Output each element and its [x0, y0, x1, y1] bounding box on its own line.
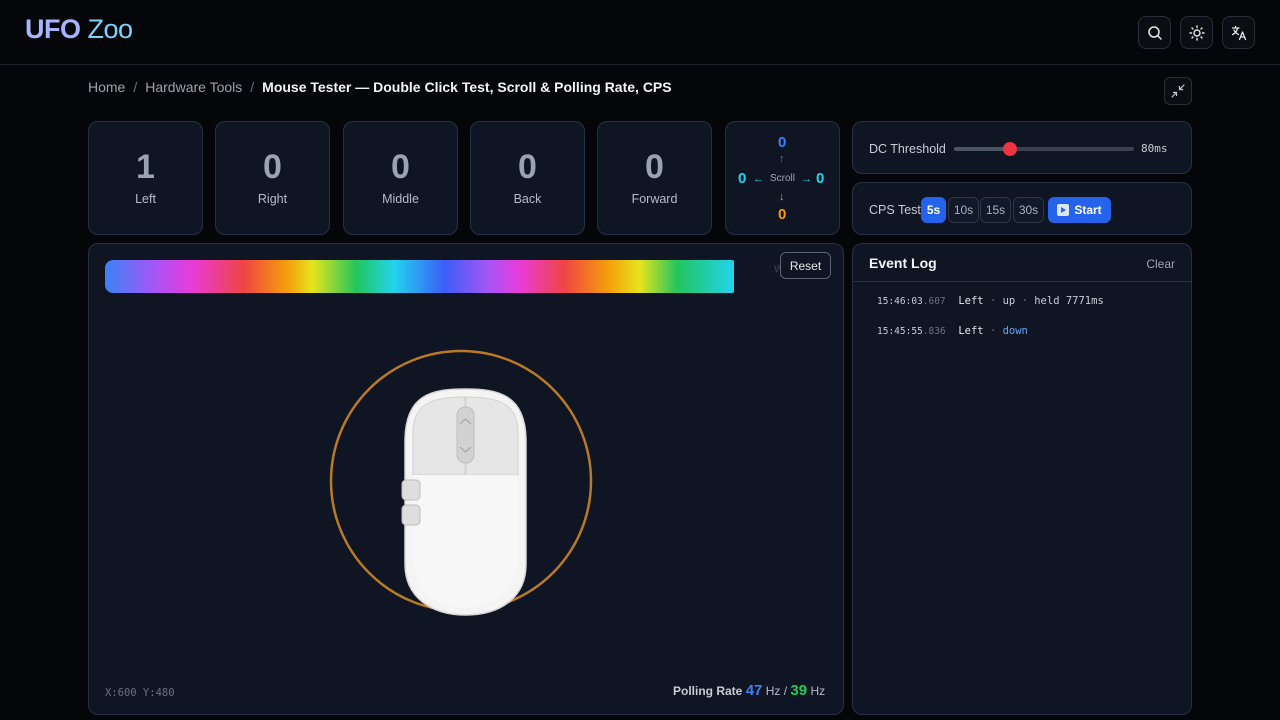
scroll-counter: 0 ↑ 0 ← Scroll → 0 ↓ 0	[725, 121, 840, 235]
counter-value: 0	[645, 148, 664, 186]
event-log-title: Event Log	[869, 255, 937, 271]
scroll-right-count: 0	[816, 170, 825, 187]
scroll-up-count: 0	[778, 134, 787, 151]
scroll-label: Scroll	[770, 173, 796, 184]
log-detail: held 7771ms	[1034, 295, 1104, 307]
counter-forward: 0 Forward	[597, 121, 712, 235]
breadcrumb-separator: /	[133, 79, 138, 95]
counter-label: Left	[135, 192, 156, 206]
log-separator: ·	[1021, 295, 1028, 307]
sun-icon	[1188, 24, 1205, 41]
page-title: Mouse Tester — Double Click Test, Scroll…	[262, 79, 672, 95]
dc-threshold-value: 80ms	[1141, 142, 1168, 155]
arrow-up-icon: ↑	[779, 153, 785, 165]
theme-toggle-button[interactable]	[1180, 16, 1213, 49]
cps-test-panel: CPS Test 5s 10s 15s 30s Start	[852, 182, 1192, 235]
mouse-illustration	[329, 349, 593, 616]
mouse-forward-button[interactable]	[401, 479, 421, 501]
log-action: down	[1002, 325, 1028, 337]
clear-log-button[interactable]: Clear	[1146, 257, 1175, 271]
logo[interactable]: UFO Zoo	[25, 14, 133, 45]
polling-rate-label: Polling Rate	[673, 684, 743, 698]
language-button[interactable]	[1222, 16, 1255, 49]
counter-value: 0	[391, 148, 410, 186]
log-entry: 15:46:03.607 Left · up · held 7771ms	[877, 295, 1104, 307]
counter-label: Middle	[382, 192, 419, 206]
counter-value: 0	[263, 148, 282, 186]
counter-label: Back	[513, 192, 542, 206]
polling-rate-value: 47	[745, 682, 763, 699]
polling-separator: /	[783, 684, 788, 698]
breadcrumb-home[interactable]: Home	[88, 79, 125, 95]
exit-fullscreen-button[interactable]	[1164, 77, 1192, 105]
cps-test-label: CPS Test	[869, 203, 921, 217]
counter-label: Forward	[631, 192, 678, 206]
hz-unit: Hz	[810, 684, 826, 698]
log-ms: .836	[922, 326, 946, 337]
polling-rate: Polling Rate 47 Hz / 39 Hz	[673, 682, 825, 699]
log-button: Left	[958, 325, 984, 337]
scroll-left-count: 0	[738, 170, 747, 187]
collapse-icon	[1171, 84, 1185, 98]
dc-threshold-label: DC Threshold	[869, 142, 946, 156]
breadcrumb: Home / Hardware Tools / Mouse Tester — Doubl…	[88, 79, 672, 95]
arrow-right-icon: →	[801, 173, 812, 185]
cursor-coordinates: X:600 Y:480	[105, 687, 175, 699]
dc-threshold-panel: DC Threshold 80ms	[852, 121, 1192, 174]
slider-thumb[interactable]	[1002, 142, 1017, 156]
log-button: Left	[958, 295, 984, 307]
slider-fill	[954, 147, 1010, 151]
logo-ufo: UFO	[25, 14, 81, 44]
log-separator: ·	[989, 295, 997, 307]
mouse-back-button[interactable]	[401, 504, 421, 526]
duration-5s-button[interactable]: 5s	[921, 197, 946, 223]
start-button[interactable]: Start	[1048, 197, 1111, 223]
counter-back: 0 Back	[470, 121, 585, 235]
start-label: Start	[1074, 203, 1102, 217]
duration-15s-button[interactable]: 15s	[980, 197, 1011, 223]
counter-value: 0	[518, 148, 537, 186]
log-separator: ·	[989, 325, 997, 337]
reset-button[interactable]: Reset	[780, 252, 831, 279]
mouse-palm	[413, 475, 518, 607]
log-ms: .607	[922, 296, 946, 307]
counter-right: 0 Right	[215, 121, 330, 235]
event-log-panel: Event Log Clear 15:46:03.607 Left · up ·…	[852, 243, 1192, 715]
log-time: 15:45:55	[877, 326, 923, 337]
counter-label: Right	[257, 192, 288, 206]
click-progress-bar	[105, 260, 734, 293]
breadcrumb-separator: /	[250, 79, 255, 95]
mouse-scroll-wheel[interactable]	[456, 406, 475, 464]
arrow-left-icon: ←	[753, 173, 764, 185]
play-icon	[1057, 204, 1070, 216]
search-icon	[1147, 25, 1162, 40]
event-log-header: Event Log Clear	[853, 244, 1191, 282]
counter-left: 1 Left	[88, 121, 203, 235]
mouse-test-area[interactable]: W Reset X:600 Y:480 Polling Rate 47 Hz /…	[88, 243, 844, 715]
search-button[interactable]	[1138, 16, 1171, 49]
log-time: 15:46:03	[877, 296, 923, 307]
logo-zoo: Zoo	[87, 14, 134, 44]
scroll-down-count: 0	[778, 206, 787, 223]
breadcrumb-hardware-tools[interactable]: Hardware Tools	[145, 79, 242, 95]
counter-middle: 0 Middle	[343, 121, 458, 235]
dc-threshold-slider[interactable]	[954, 142, 1134, 156]
duration-30s-button[interactable]: 30s	[1013, 197, 1044, 223]
duration-10s-button[interactable]: 10s	[948, 197, 979, 223]
hz-unit: Hz	[765, 684, 781, 698]
counter-value: 1	[136, 148, 155, 186]
translate-icon	[1231, 25, 1246, 40]
log-action: up	[1002, 295, 1016, 307]
polling-rate-value-secondary: 39	[790, 682, 808, 699]
arrow-down-icon: ↓	[779, 191, 785, 203]
log-entry: 15:45:55.836 Left · down	[877, 325, 1028, 337]
top-bar: UFO Zoo	[0, 0, 1280, 65]
